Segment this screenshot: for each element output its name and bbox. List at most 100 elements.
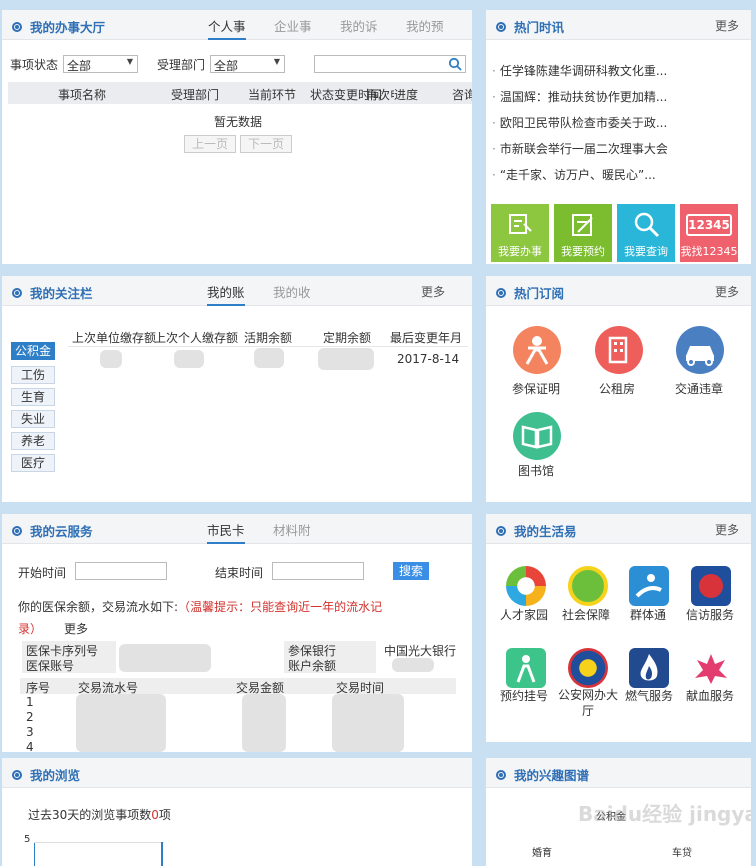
- talent-home-label: 人才家园: [500, 608, 549, 622]
- group-service-label: 群体通: [630, 608, 667, 622]
- hot-more-link[interactable]: 更多: [715, 283, 739, 300]
- appointment-registration-label: 预约挂号: [500, 689, 549, 703]
- chart-y-tick: 5: [24, 834, 31, 845]
- news-item[interactable]: 任学锋陈建华调研科教文化重...: [492, 62, 667, 79]
- police-office-label: 公安网办大厅: [557, 688, 618, 718]
- public-housing-icon[interactable]: [595, 326, 643, 374]
- browse-panel: 我的浏览 过去30天的浏览事项数0项 5: [2, 758, 472, 866]
- tab-booking[interactable]: 我的预: [406, 16, 444, 40]
- blood-donation-label: 献血服务: [686, 689, 735, 703]
- row-number: 4: [26, 740, 34, 752]
- baidu-watermark: Baidu经验 jingyan.baidu.com: [578, 802, 751, 826]
- appointment-registration-icon[interactable]: [506, 648, 546, 688]
- end-time-input[interactable]: [272, 562, 364, 580]
- search-icon[interactable]: [448, 57, 462, 71]
- col-progress: 进度: [394, 88, 419, 102]
- search-input[interactable]: [314, 55, 466, 73]
- start-time-input[interactable]: [75, 562, 167, 580]
- focus-more-link[interactable]: 更多: [421, 283, 445, 300]
- make-appointment-button[interactable]: 我要预约: [554, 204, 612, 262]
- life-panel: 我的生活易 更多 人才家园 社会保障 群体通 信访服务 预约挂号 公安网办大厅 …: [486, 514, 751, 742]
- life-header: 我的生活易 更多: [486, 514, 751, 544]
- tab-my-account[interactable]: 我的账: [207, 282, 245, 306]
- next-page-button[interactable]: 下一页: [240, 135, 292, 153]
- library-label: 图书馆: [518, 464, 555, 478]
- traffic-violation-icon[interactable]: [676, 326, 724, 374]
- col-current-balance: 活期余额: [244, 331, 293, 345]
- sidetab-injury[interactable]: 工伤: [11, 366, 55, 384]
- cloud-more-link[interactable]: 更多: [64, 622, 88, 636]
- col-seq: 序号: [26, 681, 51, 695]
- interest-label-car-loan: 车贷: [672, 848, 692, 859]
- hot-title: 热门订阅: [496, 283, 564, 302]
- tab-citizen-card[interactable]: 市民卡: [207, 520, 245, 544]
- chart-gridline: [34, 842, 164, 843]
- insurance-proof-icon[interactable]: [513, 326, 561, 374]
- status-select[interactable]: 全部 ▼: [63, 55, 138, 73]
- col-last-change: 最后变更年月: [390, 331, 463, 345]
- traffic-violation-label: 交通违章: [675, 382, 724, 396]
- news-header: 热门时讯 更多: [486, 10, 751, 40]
- petition-service-icon[interactable]: [691, 566, 731, 606]
- chart-bar: [161, 842, 163, 866]
- browse-summary: 过去30天的浏览事项数0项: [28, 808, 171, 822]
- hot-header: 热门订阅 更多: [486, 276, 751, 306]
- library-icon[interactable]: [513, 412, 561, 460]
- account-no-label: 医保账号: [26, 659, 75, 673]
- hot-panel: 热门订阅 更多 参保证明 公租房 交通违章 图书馆: [486, 276, 751, 502]
- talent-home-icon[interactable]: [506, 566, 546, 606]
- blood-donation-icon[interactable]: [691, 648, 731, 688]
- tab-attachments[interactable]: 材料附: [273, 520, 311, 544]
- life-more-link[interactable]: 更多: [715, 521, 739, 538]
- group-service-icon[interactable]: [629, 566, 669, 606]
- do-business-button[interactable]: 我要办事: [491, 204, 549, 262]
- news-item[interactable]: 市新联会举行一届二次理事大会: [492, 140, 668, 157]
- hotline-12345-button[interactable]: 12345 我找12345: [680, 204, 738, 262]
- police-badge-icon[interactable]: [568, 648, 608, 688]
- gas-service-icon[interactable]: [629, 648, 669, 688]
- search-button[interactable]: 搜索: [393, 562, 429, 580]
- masked-value: [392, 658, 434, 672]
- masked-value: [332, 694, 404, 752]
- sidetab-maternity[interactable]: 生育: [11, 388, 55, 406]
- title-bullet-icon: [496, 21, 506, 32]
- last-change-date: 2017-8-14: [397, 352, 460, 366]
- row-number: 3: [26, 725, 34, 739]
- dept-label: 受理部门: [157, 58, 206, 72]
- masked-value: [318, 348, 374, 370]
- masked-value: [242, 694, 286, 752]
- title-bullet-icon: [496, 525, 506, 536]
- office-table-header: 事项名称 受理部门 当前环节 状态变更时间 再次申办 进度 咨询: [8, 82, 472, 104]
- interest-title: 我的兴趣图谱: [496, 765, 589, 784]
- prev-page-button[interactable]: 上一页: [184, 135, 236, 153]
- title-bullet-icon: [12, 287, 22, 298]
- sidetab-housing-fund[interactable]: 公积金: [11, 342, 55, 360]
- col-item-name: 事项名称: [58, 88, 107, 102]
- news-item[interactable]: 欧阳卫民带队检查市委关于政...: [492, 114, 667, 131]
- news-item[interactable]: “走千家、访万户、暖民心”...: [492, 166, 656, 183]
- col-last-personal-deposit: 上次个人缴存额: [154, 331, 239, 345]
- news-more-link[interactable]: 更多: [715, 17, 739, 34]
- office-title: 我的办事大厅: [12, 17, 105, 36]
- title-bullet-icon: [12, 21, 22, 32]
- masked-value: [174, 350, 204, 368]
- tab-appeal[interactable]: 我的诉: [340, 16, 378, 40]
- balance-description: 你的医保余额，交易流水如下:（温馨提示：只能查询近一年的流水记录） 更多: [18, 600, 383, 636]
- masked-value: [119, 644, 211, 672]
- browse-header: 我的浏览: [2, 758, 472, 788]
- tab-personal[interactable]: 个人事: [208, 16, 246, 40]
- dept-select[interactable]: 全部 ▼: [210, 55, 285, 73]
- sidetab-pension[interactable]: 养老: [11, 432, 55, 450]
- tab-enterprise[interactable]: 企业事: [274, 16, 312, 40]
- start-time-label: 开始时间: [18, 566, 67, 580]
- sidetab-medical[interactable]: 医疗: [11, 454, 55, 472]
- chart-y-axis: [34, 842, 35, 866]
- cloud-title: 我的云服务: [12, 521, 93, 540]
- social-security-icon[interactable]: [568, 566, 608, 606]
- masked-value: [76, 694, 166, 752]
- query-button[interactable]: 我要查询: [617, 204, 675, 262]
- news-panel: 热门时讯 更多 任学锋陈建华调研科教文化重... 温国辉：推动扶贫协作更加精..…: [486, 10, 751, 264]
- news-item[interactable]: 温国辉：推动扶贫协作更加精...: [492, 88, 667, 105]
- sidetab-unemployment[interactable]: 失业: [11, 410, 55, 428]
- tab-my-favorites[interactable]: 我的收: [273, 282, 311, 306]
